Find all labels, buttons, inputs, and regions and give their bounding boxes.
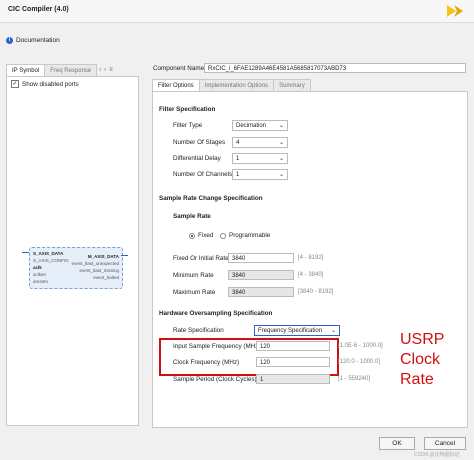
rate-spec-value: Frequency Specification — [258, 328, 323, 334]
filter-spec-heading: Filter Specification — [159, 106, 216, 113]
port-event-halted: event_halted — [93, 275, 119, 280]
programmable-option[interactable]: Programmable — [220, 232, 270, 239]
chevron-down-icon: ⌄ — [278, 140, 284, 146]
annotation-text: USRP Clock Rate — [400, 330, 444, 390]
app-logo-icon — [447, 5, 463, 17]
port-aclken: aclken — [33, 272, 47, 277]
show-disabled-ports-option[interactable]: ✓ Show disabled ports — [11, 80, 79, 88]
clock-freq-value: 120 — [260, 360, 271, 366]
chevron-down-icon: ⌄ — [330, 328, 336, 334]
fixed-rate-range: [4 - 8192] — [298, 255, 324, 261]
maximum-rate-label: Maximum Rate — [173, 289, 216, 296]
num-channels-value: 1 — [236, 172, 240, 178]
maximum-rate-range: [3840 - 8192] — [298, 289, 334, 295]
num-channels-select[interactable]: 1 ⌄ — [232, 169, 288, 180]
maximum-rate-input: 3840 — [228, 287, 294, 297]
port-line — [22, 252, 29, 253]
fixed-option[interactable]: Fixed — [189, 232, 213, 239]
port-event-tlast-missing: event_tlast_missing — [79, 268, 119, 273]
component-name-input[interactable]: RxCIC_i_6FAE1289A46E4581A5685817073ABD73 — [204, 63, 466, 73]
fixed-label: Fixed — [198, 232, 214, 239]
input-sample-freq-input[interactable]: 120 — [256, 341, 330, 351]
left-panel: IP Symbol Freq Response ‹ › ≡ ✓ Show dis… — [6, 64, 139, 426]
oversampling-heading: Hardware Oversampling Specification — [159, 310, 273, 317]
chevron-down-icon: ⌄ — [278, 123, 284, 129]
num-channels-label: Number Of Channels — [173, 171, 233, 178]
sample-period-range: [1 - 559240] — [338, 376, 371, 382]
num-stages-value: 4 — [236, 140, 240, 146]
num-stages-label: Number Of Stages — [173, 139, 226, 146]
port-event-tlast-unexpected: event_tlast_unexpected — [71, 261, 119, 266]
filter-type-value: Decimation — [236, 123, 267, 129]
sample-period-label: Sample Period (Clock Cycles) — [173, 376, 257, 383]
filter-type-select[interactable]: Decimation ⌄ — [232, 120, 288, 131]
component-name-label: Component Name — [153, 65, 205, 72]
rate-spec-label: Rate Specification — [173, 327, 224, 334]
input-sample-freq-label: Input Sample Frequency (MHz) — [173, 343, 261, 350]
window-title: CIC Compiler (4.0) — [8, 6, 69, 13]
filter-type-label: Filter Type — [173, 122, 203, 129]
show-disabled-ports-label: Show disabled ports — [22, 80, 79, 88]
rate-spec-select[interactable]: Frequency Specification ⌄ — [254, 325, 340, 336]
rate-change-heading: Sample Rate Change Specification — [159, 195, 263, 202]
minimum-rate-input: 3840 — [228, 270, 294, 280]
num-stages-select[interactable]: 4 ⌄ — [232, 137, 288, 148]
clock-freq-range: [120.0 - 1000.0] — [338, 359, 381, 365]
fixed-rate-input[interactable]: 3840 — [228, 253, 294, 263]
annotation-line-1: USRP — [400, 331, 445, 348]
ok-button[interactable]: OK — [379, 437, 415, 450]
title-bar: CIC Compiler (4.0) — [0, 0, 474, 23]
minimum-rate-range: [4 - 3840] — [298, 272, 324, 278]
port-s-axis-data: S_AXIS_DATA — [33, 251, 64, 256]
annotation-line-3: Rate — [400, 371, 434, 388]
input-sample-freq-range: [1.0E-6 - 1000.0] — [338, 343, 383, 349]
documentation-link[interactable]: i Documentation — [6, 37, 60, 44]
differential-delay-select[interactable]: 1 ⌄ — [232, 153, 288, 164]
checkbox-icon[interactable]: ✓ — [11, 80, 19, 88]
clock-freq-label: Clock Frequency (MHz) — [173, 359, 240, 366]
input-sample-freq-value: 120 — [260, 344, 271, 350]
sample-rate-heading: Sample Rate — [173, 213, 211, 220]
watermark: CSDN @比特超标记 — [414, 452, 460, 458]
port-aresetn: aresetn — [33, 279, 49, 284]
clock-freq-input[interactable]: 120 — [256, 357, 330, 367]
annotation-line-2: Clock — [400, 351, 441, 368]
cancel-button[interactable]: Cancel — [424, 437, 466, 450]
radio-selected-icon[interactable] — [189, 232, 195, 239]
sample-period-input: 1 — [256, 374, 330, 384]
differential-delay-label: Differential Delay — [173, 155, 221, 162]
port-s-axis-config: S_AXIS_CONFIG — [33, 258, 69, 263]
port-line — [121, 255, 128, 256]
ip-symbol-canvas: ✓ Show disabled ports S_AXIS_DATA S_AXIS… — [6, 76, 139, 426]
radio-unselected-icon[interactable] — [220, 232, 226, 239]
ip-symbol-block[interactable]: S_AXIS_DATA S_AXIS_CONFIG aclk aclken ar… — [29, 247, 123, 289]
programmable-label: Programmable — [229, 232, 271, 239]
port-aclk: aclk — [33, 265, 42, 270]
minimum-rate-label: Minimum Rate — [173, 272, 214, 279]
port-m-axis-data: M_AXIS_DATA — [87, 254, 119, 259]
fixed-rate-label: Fixed Or Initial Rate — [173, 255, 229, 262]
chevron-down-icon: ⌄ — [278, 156, 284, 162]
info-icon: i — [6, 37, 13, 44]
documentation-label: Documentation — [16, 37, 60, 44]
differential-delay-value: 1 — [236, 156, 240, 162]
chevron-down-icon: ⌄ — [278, 172, 284, 178]
